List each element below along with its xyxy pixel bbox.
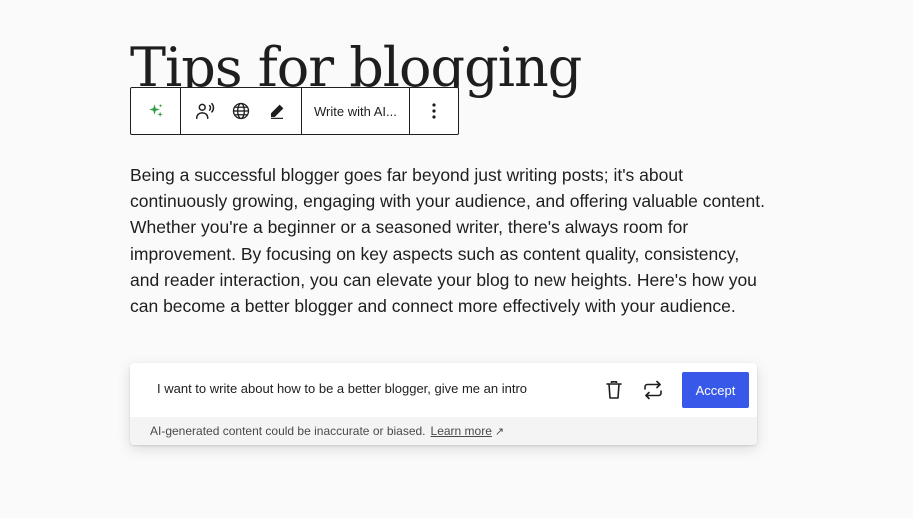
paragraph-block[interactable]: Being a successful blogger goes far beyo…: [130, 162, 770, 319]
learn-more-link[interactable]: Learn more: [431, 424, 492, 438]
more-vertical-icon: [432, 103, 436, 119]
trash-icon: [606, 381, 622, 399]
ai-prompt-input[interactable]: I want to write about how to be a better…: [157, 381, 527, 396]
discard-button[interactable]: [602, 378, 626, 402]
toolbar-more-group: [410, 88, 458, 134]
text-to-speech-button[interactable]: [187, 88, 223, 134]
toolbar-write-group: Write with AI...: [302, 88, 410, 134]
globe-icon: [232, 102, 250, 120]
toolbar-ai-group: [131, 88, 181, 134]
regenerate-button[interactable]: [641, 378, 665, 402]
sparkles-icon: [148, 103, 163, 117]
ai-disclaimer-text: AI-generated content could be inaccurate…: [150, 424, 426, 438]
more-options-button[interactable]: [416, 88, 452, 134]
edit-button[interactable]: [259, 88, 295, 134]
ai-assistant-button[interactable]: [138, 88, 174, 134]
translate-button[interactable]: [223, 88, 259, 134]
ai-prompt-row: I want to write about how to be a better…: [130, 363, 757, 417]
write-with-ai-button[interactable]: Write with AI...: [314, 104, 397, 119]
ai-disclaimer-bar: AI-generated content could be inaccurate…: [130, 417, 757, 445]
regenerate-icon: [644, 380, 662, 400]
toolbar-tools-group: [181, 88, 302, 134]
external-arrow-icon[interactable]: ↗: [495, 425, 504, 438]
ai-assistant-panel: I want to write about how to be a better…: [130, 363, 757, 445]
accept-button[interactable]: Accept: [682, 372, 749, 408]
block-toolbar: Write with AI...: [130, 87, 459, 135]
text-to-speech-icon: [196, 102, 215, 120]
editor-canvas: Tips for blogging Write with AI... Being…: [0, 0, 913, 518]
pencil-icon: [271, 104, 284, 119]
